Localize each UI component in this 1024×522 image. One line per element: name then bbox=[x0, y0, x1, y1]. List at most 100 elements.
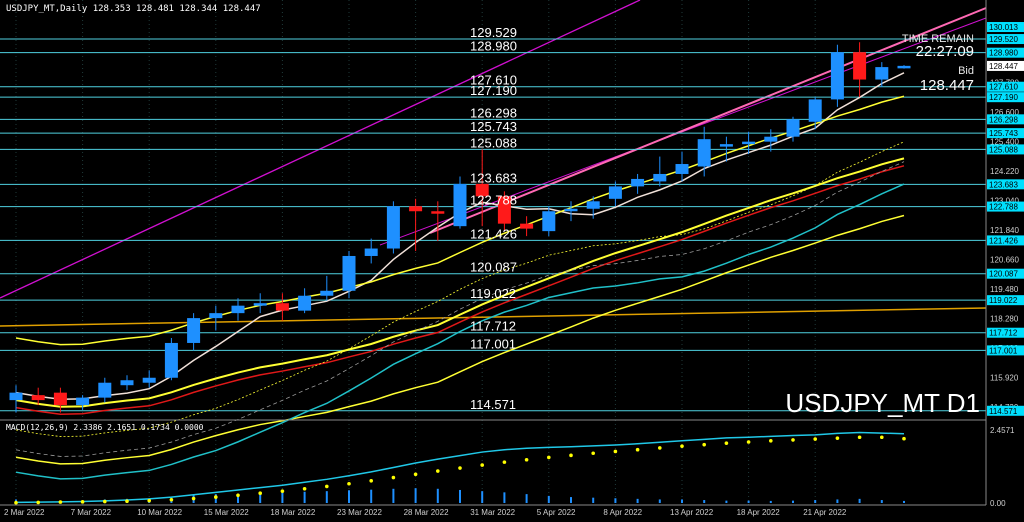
candle-body bbox=[142, 377, 156, 383]
price-badge-text: 114.571 bbox=[989, 407, 1018, 416]
candle-body bbox=[342, 255, 356, 291]
price-tick-label: 121.840 bbox=[990, 226, 1019, 235]
candle-body bbox=[164, 342, 178, 378]
price-badge-text: 122.788 bbox=[989, 203, 1018, 212]
price-badge-top-text: 130.013 bbox=[989, 23, 1018, 32]
candle-body bbox=[187, 318, 201, 343]
macd-signal-dot bbox=[724, 441, 729, 445]
chart-canvas[interactable]: 129.529128.980127.610127.190126.298125.7… bbox=[0, 0, 1024, 517]
candle-body bbox=[786, 119, 800, 137]
macd-signal-dot bbox=[125, 499, 129, 504]
level-label: 126.298 bbox=[470, 105, 517, 120]
macd-signal-dot bbox=[547, 455, 551, 460]
bid-label: Bid bbox=[958, 65, 974, 77]
macd-signal-dot bbox=[502, 460, 507, 464]
level-label: 123.683 bbox=[470, 170, 517, 185]
macd-signal-dot bbox=[458, 466, 462, 470]
candle-body bbox=[875, 67, 889, 80]
macd-signal-dot bbox=[569, 453, 573, 458]
macd-signal-dot bbox=[369, 478, 374, 483]
date-tick-label: 15 Mar 2022 bbox=[204, 508, 249, 517]
macd-signal-dot bbox=[147, 498, 151, 503]
candle-body bbox=[53, 392, 67, 406]
level-label: 127.190 bbox=[470, 83, 517, 98]
price-badge-text: 117.712 bbox=[989, 329, 1018, 338]
candle-body bbox=[719, 144, 733, 147]
macd-signal-dot bbox=[14, 500, 18, 505]
candle-body bbox=[631, 178, 645, 187]
price-tick-label: 120.660 bbox=[990, 255, 1019, 264]
level-label: 114.571 bbox=[470, 397, 516, 412]
candle-body bbox=[253, 303, 267, 306]
chart-header: USDJPY_MT,Daily 128.353 128.481 128.344 … bbox=[6, 4, 261, 14]
macd-header: MACD(12,26,9) 2.3386 2.1651 0.1734 0.000… bbox=[6, 423, 204, 432]
date-tick-label: 31 Mar 2022 bbox=[470, 508, 515, 517]
time-remain-value: 22:27:09 bbox=[916, 43, 974, 60]
candle-body bbox=[675, 164, 689, 174]
macd-signal-dot bbox=[258, 491, 263, 496]
candle-body bbox=[520, 223, 534, 229]
macd-signal-dot bbox=[103, 499, 107, 504]
level-label: 117.712 bbox=[470, 319, 516, 334]
date-tick-label: 13 Apr 2022 bbox=[670, 508, 714, 517]
macd-signal-dot bbox=[769, 439, 773, 443]
candle-body bbox=[231, 305, 245, 314]
candle-body bbox=[697, 139, 711, 167]
macd-signal-dot bbox=[436, 469, 440, 473]
level-label: 117.001 bbox=[470, 336, 516, 351]
macd-signal-dot bbox=[524, 457, 529, 462]
candle-body bbox=[298, 295, 312, 311]
macd-signal-dot bbox=[80, 500, 85, 504]
candle-body bbox=[431, 211, 445, 214]
date-tick-label: 21 Apr 2022 bbox=[803, 508, 847, 517]
candle-body bbox=[853, 52, 867, 80]
candle-body bbox=[120, 380, 134, 386]
date-tick-label: 18 Mar 2022 bbox=[270, 508, 315, 517]
macd-signal-dot bbox=[58, 500, 63, 504]
candle-body bbox=[98, 382, 112, 398]
date-tick-label: 8 Apr 2022 bbox=[603, 508, 642, 517]
candle-body bbox=[320, 290, 334, 296]
price-badge-text: 121.426 bbox=[989, 236, 1018, 245]
candle-body bbox=[653, 173, 667, 182]
level-label: 121.426 bbox=[470, 226, 517, 241]
candle-body bbox=[275, 303, 289, 311]
candle-body bbox=[808, 99, 822, 122]
macd-signal-dot bbox=[835, 436, 840, 440]
candle-body bbox=[209, 313, 223, 319]
candle-body bbox=[564, 208, 578, 212]
macd-signal-dot bbox=[902, 436, 906, 441]
date-tick-label: 18 Apr 2022 bbox=[737, 508, 781, 517]
candle-body bbox=[830, 52, 844, 100]
macd-signal-dot bbox=[746, 440, 751, 444]
macd-signal-dot bbox=[302, 486, 307, 491]
chart-window[interactable]: 129.529 128.980 127.610 127.190 126.298 125.7… bbox=[0, 0, 1024, 517]
macd-signal-dot bbox=[191, 496, 196, 501]
price-badge-text: 127.190 bbox=[989, 93, 1018, 102]
candle-body bbox=[897, 65, 911, 69]
level-label: 122.788 bbox=[470, 193, 517, 208]
price-badge-text: 127.610 bbox=[989, 83, 1018, 92]
symbol-watermark: USDJPY_MT D1 bbox=[785, 388, 980, 418]
candle-body bbox=[542, 211, 556, 232]
price-badge-text: 129.520 bbox=[989, 35, 1018, 44]
macd-signal-dot bbox=[613, 449, 618, 454]
candle-body bbox=[31, 395, 45, 401]
level-label: 120.087 bbox=[470, 260, 517, 275]
macd-signal-dot bbox=[391, 475, 396, 480]
price-badge-text: 123.683 bbox=[989, 180, 1018, 189]
price-badge-text: 128.980 bbox=[989, 49, 1018, 58]
price-badge-text: 119.022 bbox=[989, 296, 1018, 305]
macd-signal-dot bbox=[791, 438, 795, 442]
macd-tick-label: 2.4571 bbox=[990, 426, 1015, 435]
candle-body bbox=[453, 183, 467, 227]
candle-body bbox=[364, 248, 378, 256]
date-tick-label: 5 Apr 2022 bbox=[537, 508, 576, 517]
date-tick-label: 28 Mar 2022 bbox=[404, 508, 449, 517]
date-tick-label: 7 Mar 2022 bbox=[71, 508, 112, 517]
candle-body bbox=[9, 392, 23, 401]
candle-body bbox=[742, 141, 756, 145]
candle-body bbox=[764, 136, 778, 142]
macd-signal-dot bbox=[591, 451, 595, 456]
macd-signal-dot bbox=[413, 472, 418, 477]
